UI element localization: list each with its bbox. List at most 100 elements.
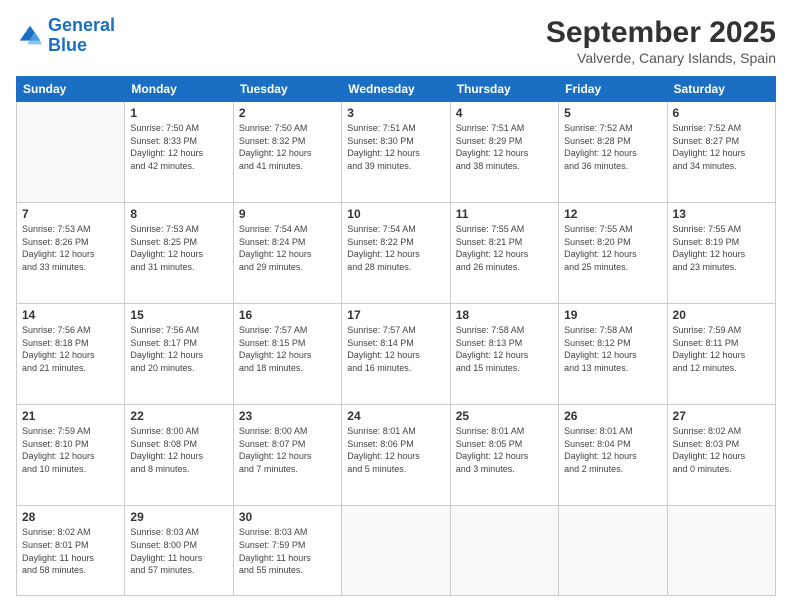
day-cell: 25 Sunrise: 8:01 AM Sunset: 8:05 PM Dayli… [450,405,558,506]
week-row-2: 7 Sunrise: 7:53 AM Sunset: 8:26 PM Daylig… [17,203,776,304]
day-number: 10 [347,207,444,221]
day-info: Sunrise: 8:03 AM Sunset: 8:00 PM Dayligh… [130,526,227,576]
day-number: 21 [22,409,119,423]
day-cell: 24 Sunrise: 8:01 AM Sunset: 8:06 PM Dayli… [342,405,450,506]
day-cell [17,102,125,203]
day-cell: 4Sunrise: 7:51 AM Sunset: 8:29 PM Daylig… [450,102,558,203]
day-number: 5 [564,106,661,120]
day-number: 11 [456,207,553,221]
weekday-header-tuesday: Tuesday [233,77,341,102]
day-cell: 30Sunrise: 8:03 AM Sunset: 7:59 PM Dayli… [233,506,341,596]
day-number: 18 [456,308,553,322]
day-number: 23 [239,409,336,423]
day-cell: 2 Sunrise: 7:50 AM Sunset: 8:32 PM Daylig… [233,102,341,203]
day-number: 24 [347,409,444,423]
day-number: 29 [130,510,227,524]
day-cell [450,506,558,596]
day-cell: 21 Sunrise: 7:59 AM Sunset: 8:10 PM Dayli… [17,405,125,506]
weekday-row: SundayMondayTuesdayWednesdayThursdayFrid… [17,77,776,102]
weekday-header-thursday: Thursday [450,77,558,102]
day-cell: 9 Sunrise: 7:54 AM Sunset: 8:24 PM Daylig… [233,203,341,304]
day-info: Sunrise: 7:57 AM Sunset: 8:15 PM Dayligh… [239,324,336,374]
day-cell: 23 Sunrise: 8:00 AM Sunset: 8:07 PM Dayli… [233,405,341,506]
day-number: 25 [456,409,553,423]
day-cell: 26Sunrise: 8:01 AM Sunset: 8:04 PM Dayli… [559,405,667,506]
day-cell: 16 Sunrise: 7:57 AM Sunset: 8:15 PM Dayli… [233,304,341,405]
day-number: 19 [564,308,661,322]
day-number: 3 [347,106,444,120]
day-cell: 13Sunrise: 7:55 AM Sunset: 8:19 PM Dayli… [667,203,775,304]
day-cell: 6 Sunrise: 7:52 AM Sunset: 8:27 PM Daylig… [667,102,775,203]
day-cell: 15 Sunrise: 7:56 AM Sunset: 8:17 PM Dayli… [125,304,233,405]
day-number: 12 [564,207,661,221]
day-number: 22 [130,409,227,423]
day-info: Sunrise: 7:58 AM Sunset: 8:12 PM Dayligh… [564,324,661,374]
day-number: 6 [673,106,770,120]
day-info: Sunrise: 7:51 AM Sunset: 8:30 PM Dayligh… [347,122,444,172]
week-row-3: 14Sunrise: 7:56 AM Sunset: 8:18 PM Dayli… [17,304,776,405]
day-info: Sunrise: 7:53 AM Sunset: 8:26 PM Dayligh… [22,223,119,273]
day-cell: 19 Sunrise: 7:58 AM Sunset: 8:12 PM Dayli… [559,304,667,405]
weekday-header-wednesday: Wednesday [342,77,450,102]
day-cell [342,506,450,596]
weekday-header-saturday: Saturday [667,77,775,102]
day-number: 17 [347,308,444,322]
day-info: Sunrise: 7:50 AM Sunset: 8:33 PM Dayligh… [130,122,227,172]
day-number: 7 [22,207,119,221]
day-info: Sunrise: 7:51 AM Sunset: 8:29 PM Dayligh… [456,122,553,172]
day-cell: 8 Sunrise: 7:53 AM Sunset: 8:25 PM Daylig… [125,203,233,304]
day-info: Sunrise: 7:55 AM Sunset: 8:21 PM Dayligh… [456,223,553,273]
day-number: 8 [130,207,227,221]
day-info: Sunrise: 8:01 AM Sunset: 8:06 PM Dayligh… [347,425,444,475]
day-cell: 11 Sunrise: 7:55 AM Sunset: 8:21 PM Dayli… [450,203,558,304]
day-number: 26 [564,409,661,423]
weekday-header-friday: Friday [559,77,667,102]
day-number: 20 [673,308,770,322]
day-cell: 28Sunrise: 8:02 AM Sunset: 8:01 PM Dayli… [17,506,125,596]
day-info: Sunrise: 7:53 AM Sunset: 8:25 PM Dayligh… [130,223,227,273]
day-number: 2 [239,106,336,120]
day-cell: 18Sunrise: 7:58 AM Sunset: 8:13 PM Dayli… [450,304,558,405]
day-info: Sunrise: 7:55 AM Sunset: 8:19 PM Dayligh… [673,223,770,273]
day-info: Sunrise: 7:54 AM Sunset: 8:22 PM Dayligh… [347,223,444,273]
title-block: September 2025 Valverde, Canary Islands,… [546,16,776,66]
week-row-1: 1 Sunrise: 7:50 AM Sunset: 8:33 PM Daylig… [17,102,776,203]
week-row-5: 28Sunrise: 8:02 AM Sunset: 8:01 PM Dayli… [17,506,776,596]
logo-text: General Blue [48,16,115,56]
day-cell: 20Sunrise: 7:59 AM Sunset: 8:11 PM Dayli… [667,304,775,405]
day-info: Sunrise: 7:54 AM Sunset: 8:24 PM Dayligh… [239,223,336,273]
day-cell: 3 Sunrise: 7:51 AM Sunset: 8:30 PM Daylig… [342,102,450,203]
page: General Blue September 2025 Valverde, Ca… [0,0,792,612]
day-number: 16 [239,308,336,322]
day-cell: 14Sunrise: 7:56 AM Sunset: 8:18 PM Dayli… [17,304,125,405]
logo: General Blue [16,16,115,56]
day-info: Sunrise: 8:02 AM Sunset: 8:03 PM Dayligh… [673,425,770,475]
day-number: 9 [239,207,336,221]
day-cell: 27Sunrise: 8:02 AM Sunset: 8:03 PM Dayli… [667,405,775,506]
calendar-table: SundayMondayTuesdayWednesdayThursdayFrid… [16,76,776,596]
day-number: 1 [130,106,227,120]
day-cell [559,506,667,596]
day-info: Sunrise: 8:00 AM Sunset: 8:08 PM Dayligh… [130,425,227,475]
day-cell: 10 Sunrise: 7:54 AM Sunset: 8:22 PM Dayli… [342,203,450,304]
day-info: Sunrise: 7:56 AM Sunset: 8:18 PM Dayligh… [22,324,119,374]
calendar-header: SundayMondayTuesdayWednesdayThursdayFrid… [17,77,776,102]
week-row-4: 21 Sunrise: 7:59 AM Sunset: 8:10 PM Dayli… [17,405,776,506]
day-info: Sunrise: 7:50 AM Sunset: 8:32 PM Dayligh… [239,122,336,172]
day-cell: 1 Sunrise: 7:50 AM Sunset: 8:33 PM Daylig… [125,102,233,203]
day-cell: 12Sunrise: 7:55 AM Sunset: 8:20 PM Dayli… [559,203,667,304]
day-info: Sunrise: 7:59 AM Sunset: 8:10 PM Dayligh… [22,425,119,475]
day-info: Sunrise: 8:01 AM Sunset: 8:05 PM Dayligh… [456,425,553,475]
logo-icon [16,22,44,50]
weekday-header-sunday: Sunday [17,77,125,102]
day-cell: 29 Sunrise: 8:03 AM Sunset: 8:00 PM Dayli… [125,506,233,596]
location: Valverde, Canary Islands, Spain [546,50,776,66]
day-info: Sunrise: 7:56 AM Sunset: 8:17 PM Dayligh… [130,324,227,374]
day-number: 15 [130,308,227,322]
day-info: Sunrise: 7:52 AM Sunset: 8:27 PM Dayligh… [673,122,770,172]
day-info: Sunrise: 7:52 AM Sunset: 8:28 PM Dayligh… [564,122,661,172]
day-info: Sunrise: 8:00 AM Sunset: 8:07 PM Dayligh… [239,425,336,475]
day-cell: 22 Sunrise: 8:00 AM Sunset: 8:08 PM Dayli… [125,405,233,506]
day-cell: 5 Sunrise: 7:52 AM Sunset: 8:28 PM Daylig… [559,102,667,203]
day-cell: 7 Sunrise: 7:53 AM Sunset: 8:26 PM Daylig… [17,203,125,304]
